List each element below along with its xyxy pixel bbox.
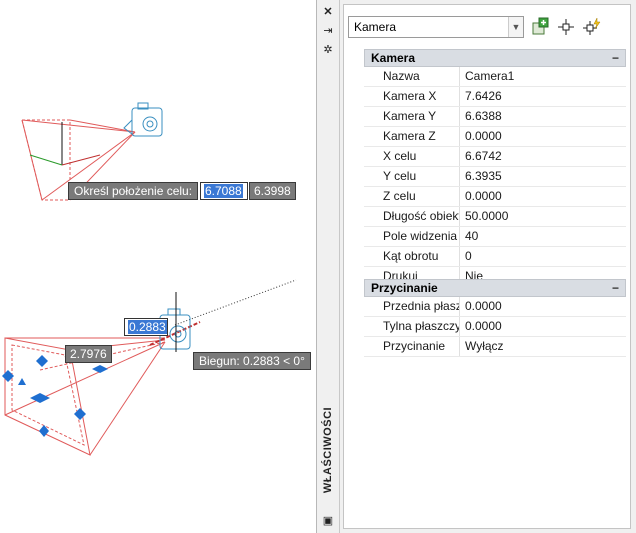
drawing-canvas[interactable] bbox=[0, 0, 316, 533]
prop-label: Tylna płaszczyz... bbox=[364, 317, 460, 336]
prop-value[interactable]: 0 bbox=[460, 247, 626, 266]
prop-value[interactable]: Camera1 bbox=[460, 67, 626, 86]
section-camera: Kamera − Nazwa Camera1 Kamera X 7.6426 Kam… bbox=[364, 49, 626, 287]
properties-toolbar: Kamera ▼ bbox=[348, 16, 628, 40]
prop-value[interactable]: 40 bbox=[460, 227, 626, 246]
prop-label: Kamera Z bbox=[364, 127, 460, 146]
properties-palette: ✕ ⇥ ✲ WŁAŚCIWOŚCI ▣ Kamera ▼ Kamera − Na… bbox=[316, 0, 636, 533]
distance-value: 0.2883 bbox=[128, 320, 167, 334]
prop-label: Kamera X bbox=[364, 87, 460, 106]
prop-row-camera-x[interactable]: Kamera X 7.6426 bbox=[364, 87, 626, 107]
prop-label: Długość obiekt... bbox=[364, 207, 460, 226]
prop-value[interactable]: 0.0000 bbox=[460, 187, 626, 206]
section-header-clipping[interactable]: Przycinanie − bbox=[364, 279, 626, 297]
target-x-value: 6.7088 bbox=[204, 184, 243, 198]
collapse-icon[interactable]: − bbox=[612, 280, 619, 296]
quick-select-icon[interactable] bbox=[582, 17, 602, 37]
palette-title-strip[interactable]: ✕ ⇥ ✲ WŁAŚCIWOŚCI ▣ bbox=[317, 0, 340, 533]
prop-row-target-x[interactable]: X celu 6.6742 bbox=[364, 147, 626, 167]
target-y-value[interactable]: 6.3998 bbox=[249, 182, 296, 200]
section-header-camera[interactable]: Kamera − bbox=[364, 49, 626, 67]
prop-row-front-plane[interactable]: Przednia płaszc...0.0000 bbox=[364, 297, 626, 317]
frustum-grips[interactable] bbox=[2, 355, 108, 437]
prop-label: Nazwa bbox=[364, 67, 460, 86]
prop-value[interactable]: 6.6742 bbox=[460, 147, 626, 166]
ucs-icon bbox=[29, 122, 101, 166]
settings-icon[interactable]: ✲ bbox=[321, 43, 335, 57]
target-x-input[interactable]: 6.7088 bbox=[200, 182, 248, 200]
prop-value[interactable]: 50.0000 bbox=[460, 207, 626, 226]
section-clipping: Przycinanie − Przednia płaszc...0.0000 T… bbox=[364, 279, 626, 357]
object-type-select[interactable]: Kamera ▼ bbox=[348, 16, 524, 38]
prop-value[interactable]: 0.0000 bbox=[460, 127, 626, 146]
prop-value[interactable]: 0.0000 bbox=[460, 297, 626, 316]
collapse-icon[interactable]: − bbox=[612, 50, 619, 66]
prop-label: Y celu bbox=[364, 167, 460, 186]
prop-row-clipping[interactable]: Przycinanie Wyłącz bbox=[364, 337, 626, 357]
prop-label: Z celu bbox=[364, 187, 460, 206]
prop-value[interactable]: 0.0000 bbox=[460, 317, 626, 336]
palette-title: WŁAŚCIWOŚCI bbox=[322, 406, 334, 494]
properties-icon[interactable]: ▣ bbox=[321, 514, 335, 528]
distance-input[interactable]: 0.2883 bbox=[124, 318, 168, 336]
polar-tooltip: Biegun: 0.2883 < 0° bbox=[193, 352, 311, 370]
drawing-viewport[interactable]: Określ położenie celu: 6.7088 6.3998 0.2… bbox=[0, 0, 316, 533]
camera-target-line bbox=[174, 279, 297, 326]
prop-value[interactable]: 6.6388 bbox=[460, 107, 626, 126]
prop-row-back-plane[interactable]: Tylna płaszczyz...0.0000 bbox=[364, 317, 626, 337]
prop-value[interactable]: 6.3935 bbox=[460, 167, 626, 186]
prop-row-name[interactable]: Nazwa Camera1 bbox=[364, 67, 626, 87]
autohide-icon[interactable]: ⇥ bbox=[321, 24, 335, 38]
prop-row-target-y[interactable]: Y celu 6.3935 bbox=[364, 167, 626, 187]
target-location-prompt: Określ położenie celu: bbox=[68, 182, 199, 200]
select-objects-icon[interactable] bbox=[556, 17, 576, 37]
chevron-down-icon[interactable]: ▼ bbox=[508, 17, 523, 37]
prop-label: Przycinanie bbox=[364, 337, 460, 356]
object-type-value: Kamera bbox=[354, 20, 397, 34]
prop-row-roll-angle[interactable]: Kąt obrotu 0 bbox=[364, 247, 626, 267]
distance-secondary-value[interactable]: 2.7976 bbox=[65, 345, 112, 363]
prop-label: X celu bbox=[364, 147, 460, 166]
prop-row-camera-z[interactable]: Kamera Z 0.0000 bbox=[364, 127, 626, 147]
close-icon[interactable]: ✕ bbox=[321, 5, 335, 19]
prop-row-lens-length[interactable]: Długość obiekt...50.0000 bbox=[364, 207, 626, 227]
toggle-pickadd-icon[interactable] bbox=[530, 17, 550, 37]
prop-label: Przednia płaszc... bbox=[364, 297, 460, 316]
section-title: Przycinanie bbox=[371, 281, 438, 295]
section-title: Kamera bbox=[371, 51, 416, 65]
prop-row-field-of-view[interactable]: Pole widzenia 40 bbox=[364, 227, 626, 247]
prop-value[interactable]: Wyłącz bbox=[460, 337, 626, 356]
prop-label: Kamera Y bbox=[364, 107, 460, 126]
prop-row-target-z[interactable]: Z celu 0.0000 bbox=[364, 187, 626, 207]
prop-row-camera-y[interactable]: Kamera Y 6.6388 bbox=[364, 107, 626, 127]
prop-value[interactable]: 7.6426 bbox=[460, 87, 626, 106]
properties-panel: Kamera ▼ Kamera − Nazwa Camera1 Kamera X… bbox=[343, 4, 631, 529]
prop-label: Pole widzenia bbox=[364, 227, 460, 246]
prop-label: Kąt obrotu bbox=[364, 247, 460, 266]
